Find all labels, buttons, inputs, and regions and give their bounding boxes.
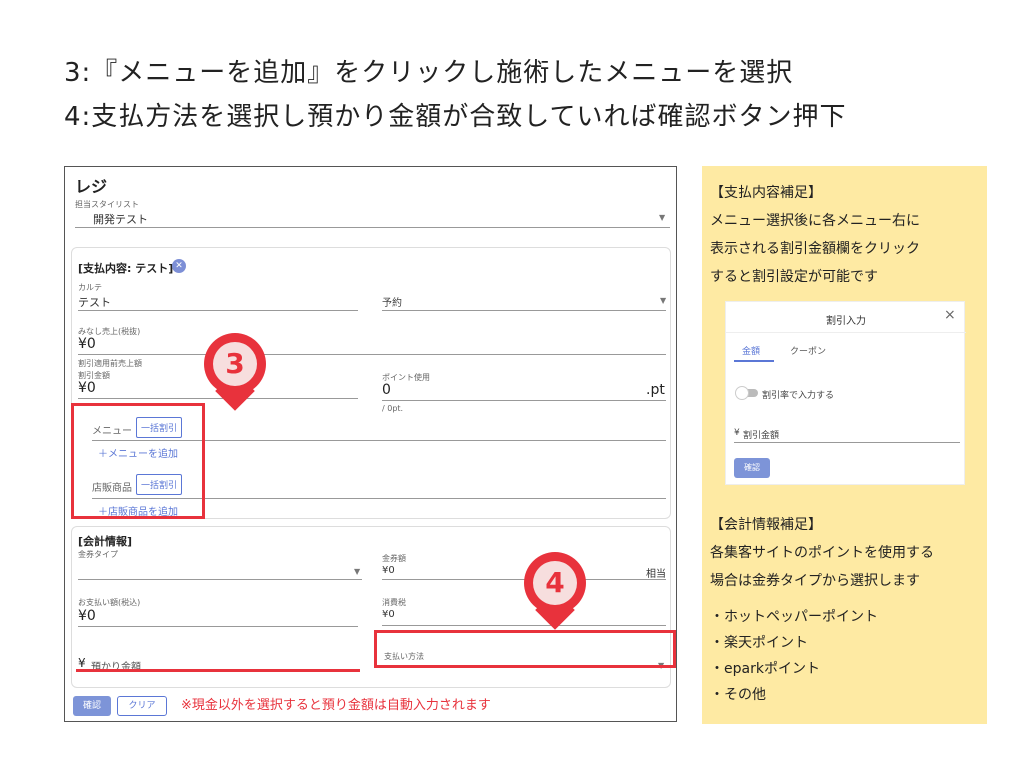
payment-header: [支払内容: テスト] bbox=[78, 262, 174, 275]
voucher-type-label: 金券タイプ bbox=[78, 550, 118, 559]
side-line-1: メニュー選択後に各メニュー右に bbox=[710, 213, 920, 229]
chevron-down-icon[interactable]: ▼ bbox=[659, 213, 665, 222]
point-underline bbox=[382, 400, 666, 401]
accounting-header: [会計情報] bbox=[78, 535, 133, 548]
dialog-confirm-button[interactable]: 確認 bbox=[734, 458, 770, 478]
side-bullet-hotpepper: ・ホットペッパーポイント bbox=[710, 609, 878, 625]
clear-button[interactable]: クリア bbox=[117, 696, 167, 716]
karte-value: テスト bbox=[78, 296, 111, 309]
step-4-marker: 4 bbox=[524, 552, 586, 630]
menu-highlight-box bbox=[71, 403, 205, 519]
instruction-step-3: 3:『メニューを追加』をクリックし施術したメニューを選択 bbox=[64, 58, 794, 88]
discount-amount-input[interactable]: 割引金額 bbox=[743, 428, 779, 441]
karte-underline bbox=[78, 310, 358, 311]
side-line-2: 表示される割引金額欄をクリック bbox=[710, 241, 920, 257]
reservation-select[interactable]: 予約 bbox=[382, 294, 402, 309]
voucher-type-select[interactable] bbox=[78, 579, 362, 580]
chevron-down-icon[interactable]: ▼ bbox=[660, 296, 666, 305]
dialog-field-prefix: ¥ bbox=[734, 428, 740, 438]
page-title: レジ bbox=[75, 177, 108, 196]
step-3-number: 3 bbox=[213, 342, 257, 386]
chevron-down-icon[interactable]: ▼ bbox=[354, 567, 360, 576]
payment-method-highlight-box bbox=[374, 630, 676, 668]
pre-discount-label: 割引適用前売上額 bbox=[78, 359, 142, 368]
side-note: 【支払内容補足】 メニュー選択後に各メニュー右に 表示される割引金額欄をクリック… bbox=[702, 166, 987, 724]
stylist-select[interactable]: 開発テスト bbox=[93, 211, 148, 227]
tab-amount-indicator bbox=[734, 360, 774, 362]
auto-fill-note: ※現金以外を選択すると預り金額は自動入力されます bbox=[181, 698, 491, 713]
instruction-step-4: 4:支払方法を選択し預かり金額が合致していれば確認ボタン押下 bbox=[64, 102, 847, 132]
side-title-payment: 【支払内容補足】 bbox=[710, 185, 822, 201]
reservation-underline bbox=[382, 310, 666, 311]
voucher-amount-value: ¥0 bbox=[382, 565, 395, 576]
deposit-prefix: ¥ bbox=[78, 656, 86, 670]
step-4-number: 4 bbox=[533, 561, 577, 605]
point-input[interactable]: 0 bbox=[382, 382, 391, 398]
point-unit: .pt bbox=[646, 382, 665, 398]
tax-underline bbox=[382, 625, 666, 626]
payment-amount-value: ¥0 bbox=[78, 608, 96, 624]
rate-toggle-label: 割引率で入力する bbox=[762, 391, 835, 401]
discount-underline bbox=[78, 398, 358, 399]
side-title-accounting: 【会計情報補足】 bbox=[710, 517, 822, 533]
side-line-5: 場合は金券タイプから選択します bbox=[710, 573, 920, 589]
tax-label: 消費税 bbox=[382, 598, 406, 607]
voucher-amount-label: 金券額 bbox=[382, 554, 406, 563]
close-icon[interactable]: ✕ bbox=[172, 259, 186, 273]
dialog-divider bbox=[726, 332, 966, 333]
deemed-sales-value: ¥0 bbox=[78, 336, 96, 352]
side-line-4: 各集客サイトのポイントを使用する bbox=[710, 545, 934, 561]
deemed-sales-underline bbox=[78, 354, 666, 355]
side-bullet-epark: ・eparkポイント bbox=[710, 661, 820, 677]
stylist-underline bbox=[75, 227, 670, 228]
toggle-knob[interactable] bbox=[735, 386, 749, 400]
payment-amount-underline bbox=[78, 626, 358, 627]
tab-coupon[interactable]: クーポン bbox=[790, 344, 826, 357]
dialog-title: 割引入力 bbox=[826, 316, 866, 327]
point-hint: / 0pt. bbox=[382, 404, 404, 413]
deposit-highlight-line bbox=[76, 669, 360, 672]
side-line-3: すると割引設定が可能です bbox=[710, 269, 878, 285]
payment-amount-label: お支払い額(税込) bbox=[78, 598, 141, 607]
tax-value: ¥0 bbox=[382, 609, 395, 620]
close-icon[interactable]: × bbox=[944, 307, 956, 323]
confirm-button[interactable]: 確認 bbox=[73, 696, 111, 716]
tab-amount[interactable]: 金額 bbox=[742, 344, 760, 357]
discount-value: ¥0 bbox=[78, 380, 96, 396]
discount-dialog: 割引入力 × 金額 クーポン 割引率で入力する ¥ 割引金額 確認 bbox=[725, 301, 966, 485]
step-3-marker: 3 bbox=[204, 333, 266, 411]
side-bullet-other: ・その他 bbox=[710, 687, 766, 703]
stylist-label: 担当スタイリスト bbox=[75, 200, 139, 209]
voucher-suffix: 相当 bbox=[646, 569, 666, 580]
side-bullet-rakuten: ・楽天ポイント bbox=[710, 635, 808, 651]
karte-label: カルテ bbox=[78, 283, 102, 292]
discount-amount-underline bbox=[734, 442, 960, 443]
